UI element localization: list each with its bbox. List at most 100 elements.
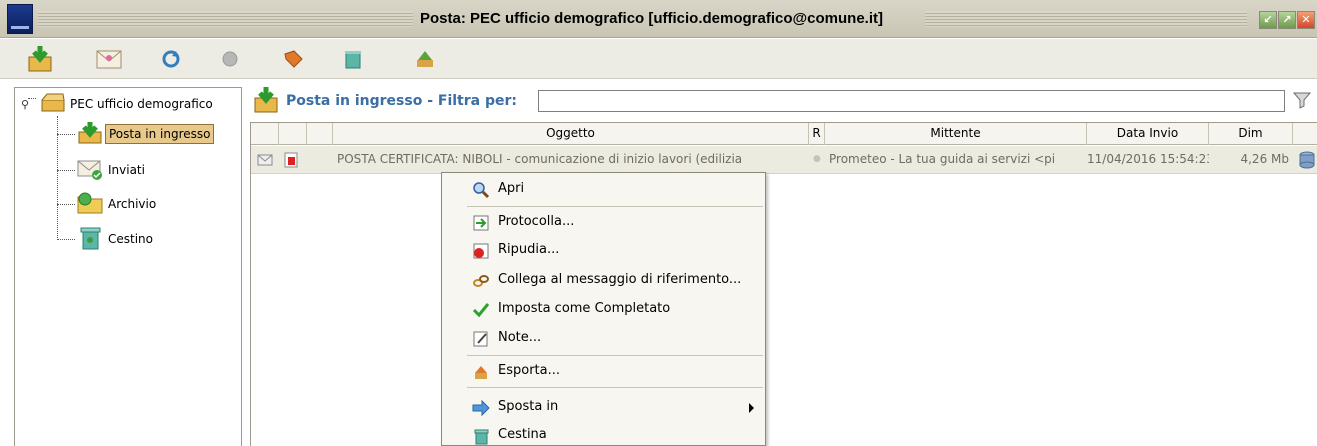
inbox-icon xyxy=(252,86,282,117)
stop-button[interactable] xyxy=(215,45,245,73)
tag-button[interactable] xyxy=(278,45,308,73)
folder-tree: ⚲ PEC ufficio demografico Posta in ingre… xyxy=(14,87,242,446)
menu-separator xyxy=(467,206,763,207)
export-icon xyxy=(414,48,436,70)
tag-icon xyxy=(282,48,304,70)
column-header-data-invio[interactable]: Data Invio xyxy=(1087,123,1209,145)
main-header: Posta in ingresso - Filtra per: xyxy=(250,84,1317,118)
menu-item-note[interactable]: Note... xyxy=(443,324,764,352)
export-button[interactable] xyxy=(410,45,440,73)
menu-item-label: Esporta... xyxy=(498,363,560,378)
column-header-mittente[interactable]: Mittente xyxy=(825,123,1087,145)
column-header-oggetto[interactable]: Oggetto xyxy=(333,123,809,145)
download-mail-button[interactable] xyxy=(26,45,56,73)
note-icon xyxy=(472,330,490,348)
menu-item-apri[interactable]: Apri xyxy=(443,175,764,203)
link-icon xyxy=(472,272,490,290)
cell-oggetto: POSTA CERTIFICATA: NIBOLI - comunicazion… xyxy=(337,152,743,166)
toolbar xyxy=(0,39,1317,79)
menu-item-label: Cestina xyxy=(498,427,547,442)
cell-dim: 4,26 Mb xyxy=(1240,152,1289,166)
message-grid: Oggetto R Mittente Data Invio Dim POSTA … xyxy=(250,122,1317,446)
menu-item-label: Imposta come Completato xyxy=(498,301,671,316)
submenu-arrow-icon xyxy=(749,403,754,413)
column-header-extra[interactable] xyxy=(1293,123,1317,145)
refresh-icon xyxy=(160,48,182,70)
move-arrow-icon xyxy=(472,399,490,417)
download-mail-icon xyxy=(26,45,56,73)
context-menu: Apri Protocolla... Ripudia... Collega al… xyxy=(441,172,766,446)
column-header-icon2[interactable] xyxy=(279,123,307,145)
menu-item-sposta-in[interactable]: Sposta in xyxy=(443,393,764,421)
tree-item-label: Archivio xyxy=(108,197,157,211)
title-stripes-left xyxy=(38,11,413,27)
menu-item-label: Protocolla... xyxy=(498,214,575,229)
mailbox-icon xyxy=(39,92,67,117)
minimize-button[interactable]: ↙ xyxy=(1259,11,1277,29)
tree-item-posta-in-ingresso[interactable]: Posta in ingresso xyxy=(75,121,215,148)
export-icon xyxy=(472,363,490,381)
archive-folder-icon xyxy=(75,191,105,218)
column-header-icon1[interactable] xyxy=(251,123,279,145)
menu-item-collega[interactable]: Collega al messaggio di riferimento... xyxy=(443,266,764,294)
menu-item-ripudia[interactable]: Ripudia... xyxy=(443,236,764,264)
menu-item-esporta[interactable]: Esporta... xyxy=(443,357,764,385)
app-icon xyxy=(7,4,33,34)
menu-item-label: Apri xyxy=(498,181,525,196)
menu-item-imposta-completato[interactable]: Imposta come Completato xyxy=(443,295,764,323)
refresh-button[interactable] xyxy=(156,45,186,73)
protocol-icon xyxy=(472,214,490,232)
filter-icon[interactable] xyxy=(1292,91,1312,112)
tree-item-inviati[interactable]: Inviati xyxy=(75,158,148,182)
menu-item-label: Ripudia... xyxy=(498,242,560,257)
table-row[interactable]: POSTA CERTIFICATA: NIBOLI - comunicazion… xyxy=(251,146,1317,174)
column-header-r[interactable]: R xyxy=(809,123,825,145)
filter-input[interactable] xyxy=(538,90,1285,112)
magnifier-icon xyxy=(472,181,490,199)
close-button[interactable]: ✕ xyxy=(1297,11,1315,29)
menu-separator xyxy=(467,387,763,388)
cell-mittente: Prometeo - La tua guida ai servizi <pi xyxy=(829,152,1056,166)
database-icon xyxy=(1297,146,1317,173)
trash-button[interactable] xyxy=(338,45,368,73)
menu-item-label: Collega al messaggio di riferimento... xyxy=(498,272,742,287)
menu-item-cestina[interactable]: Cestina xyxy=(443,421,764,446)
pdf-attachment-icon xyxy=(283,146,299,173)
trash-icon xyxy=(472,427,490,445)
grid-header: Oggetto R Mittente Data Invio Dim xyxy=(251,122,1317,145)
cell-r: ● xyxy=(813,154,821,164)
tree-connector xyxy=(57,170,75,171)
maximize-button[interactable]: ↗ xyxy=(1278,11,1296,29)
menu-item-label: Note... xyxy=(498,330,542,345)
title-bar: Posta: PEC ufficio demografico [ufficio.… xyxy=(0,0,1317,38)
new-mail-button[interactable] xyxy=(94,45,124,73)
title-stripes-right xyxy=(925,11,1247,27)
reject-icon xyxy=(472,242,490,260)
tree-item-archivio[interactable]: Archivio xyxy=(75,192,159,216)
trash-icon xyxy=(75,225,105,254)
tree-connector xyxy=(57,134,75,135)
folder-caption: Posta in ingresso - Filtra per: xyxy=(286,93,517,109)
tree-connector xyxy=(57,239,75,240)
column-header-icon3[interactable] xyxy=(307,123,333,145)
menu-item-protocolla[interactable]: Protocolla... xyxy=(443,208,764,236)
tree-item-label: Cestino xyxy=(108,232,153,246)
trash-icon xyxy=(343,48,363,70)
tree-connector xyxy=(57,204,75,205)
menu-separator xyxy=(467,355,763,356)
expander-icon[interactable]: ⚲ xyxy=(21,98,33,111)
column-header-dim[interactable]: Dim xyxy=(1209,123,1293,145)
checkmark-icon xyxy=(472,301,490,319)
tree-item-label: Inviati xyxy=(108,163,145,177)
envelope-icon xyxy=(257,146,273,173)
inbox-icon xyxy=(75,121,105,148)
tree-item-label: Posta in ingresso xyxy=(105,124,215,144)
tree-item-cestino[interactable]: Cestino xyxy=(75,227,156,251)
menu-item-label: Sposta in xyxy=(498,399,559,414)
cell-data-invio: 11/04/2016 15:54:23 xyxy=(1087,152,1209,166)
tree-root-label: PEC ufficio demografico xyxy=(70,97,213,111)
new-mail-icon xyxy=(94,45,124,73)
sent-mail-icon xyxy=(75,157,105,184)
tree-root[interactable]: ⚲ PEC ufficio demografico xyxy=(21,92,216,116)
window-title: Posta: PEC ufficio demografico [ufficio.… xyxy=(420,10,883,27)
